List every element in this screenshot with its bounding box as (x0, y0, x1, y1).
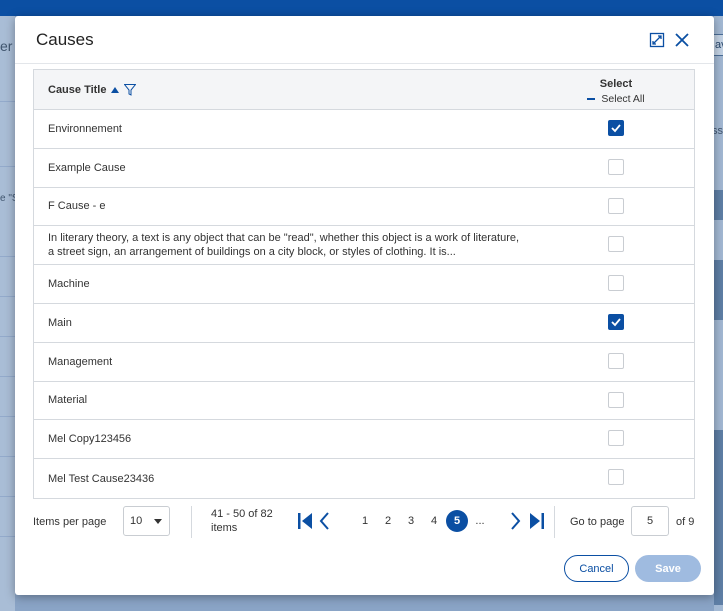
table-row: In literary theory, a text is any object… (34, 226, 694, 266)
pagination: Items per page 10 41 - 50 of 82 items 12… (33, 504, 697, 540)
cause-title: Mel Test Cause23436 (48, 472, 155, 485)
table-row: Mel Test Cause23436 (34, 459, 694, 498)
row-select-checkbox[interactable] (608, 120, 624, 136)
table-row: Management (34, 343, 694, 382)
app-left-panel (0, 16, 15, 611)
row-select-checkbox[interactable] (608, 469, 624, 486)
table-row: Environnement (34, 110, 694, 149)
table-row: F Cause - e (34, 188, 694, 227)
app-top-bar (0, 0, 723, 16)
bg-text-fragment: er (0, 38, 13, 54)
cause-title: Material (48, 394, 88, 407)
causes-dialog: Causes Cause Title Select Select All Env… (15, 16, 714, 595)
cause-title: Main (48, 316, 72, 329)
items-per-page-label: Items per page (33, 516, 107, 528)
checkmark-icon (611, 318, 621, 327)
sort-ascending-icon[interactable] (110, 87, 119, 93)
page-number[interactable]: 1 (354, 510, 376, 532)
next-page-icon[interactable] (510, 511, 522, 531)
divider (554, 506, 555, 538)
cause-title: Example Cause (48, 161, 126, 174)
items-per-page-select[interactable]: 10 (123, 506, 170, 536)
table-row: Material (34, 382, 694, 421)
go-to-page-input[interactable] (631, 506, 669, 536)
close-icon[interactable] (671, 29, 693, 51)
cause-title: Management (48, 355, 113, 368)
column-header-select: Select Select All (574, 78, 658, 105)
bg-block (714, 260, 723, 320)
previous-page-icon[interactable] (318, 511, 330, 531)
page-range-text: 41 - 50 of 82 items (211, 508, 273, 534)
row-select-checkbox[interactable] (608, 352, 624, 369)
save-button[interactable]: Save (635, 555, 701, 582)
select-all-label: Select All (601, 93, 645, 105)
go-to-page-label: Go to page (570, 516, 625, 528)
page-ellipsis[interactable]: ... (469, 510, 491, 532)
row-select-checkbox[interactable] (608, 197, 624, 214)
table-row: Main (34, 304, 694, 343)
table-row: Example Cause (34, 149, 694, 188)
select-all-toggle[interactable]: Select All (574, 93, 658, 105)
items-per-page-value: 10 (130, 515, 143, 527)
page-number[interactable]: 5 (446, 510, 468, 532)
indeterminate-minus-icon (587, 98, 596, 100)
table-header: Cause Title Select Select All (34, 70, 694, 110)
column-header-cause-title[interactable]: Cause Title (48, 84, 136, 96)
select-column-label: Select (599, 78, 633, 90)
page-number[interactable]: 2 (377, 510, 399, 532)
dialog-header: Causes (15, 16, 714, 64)
first-page-icon[interactable] (297, 511, 315, 531)
cause-title: In literary theory, a text is any object… (48, 232, 520, 259)
cause-title: Machine (48, 278, 90, 291)
bg-block (714, 190, 723, 220)
page-number[interactable]: 4 (423, 510, 445, 532)
dialog-title: Causes (36, 29, 94, 49)
cancel-button[interactable]: Cancel (564, 555, 629, 582)
cause-title: Environnement (48, 122, 122, 135)
row-select-checkbox[interactable] (608, 275, 624, 292)
cause-title: F Cause - e (48, 200, 106, 213)
expand-icon[interactable] (646, 29, 668, 51)
column-header-label: Cause Title (48, 84, 107, 96)
table-body: Environnement Example Cause F Cause - e In … (34, 110, 694, 498)
row-select-checkbox[interactable] (608, 236, 624, 253)
checkmark-icon (611, 124, 621, 133)
page-number[interactable]: 3 (400, 510, 422, 532)
chevron-down-icon (154, 519, 162, 524)
bg-block (714, 430, 723, 605)
filter-icon[interactable] (123, 84, 136, 96)
total-pages-text: of 9 (676, 516, 695, 528)
row-select-checkbox[interactable] (608, 158, 624, 175)
row-select-checkbox[interactable] (608, 430, 624, 447)
last-page-icon[interactable] (527, 511, 545, 531)
divider (191, 506, 192, 538)
row-select-checkbox[interactable] (608, 391, 624, 408)
causes-table: Cause Title Select Select All Environnem… (33, 69, 695, 499)
table-row: Machine (34, 265, 694, 304)
cause-title: Mel Copy123456 (48, 433, 132, 446)
table-row: Mel Copy123456 (34, 420, 694, 460)
row-select-checkbox[interactable] (608, 313, 624, 330)
